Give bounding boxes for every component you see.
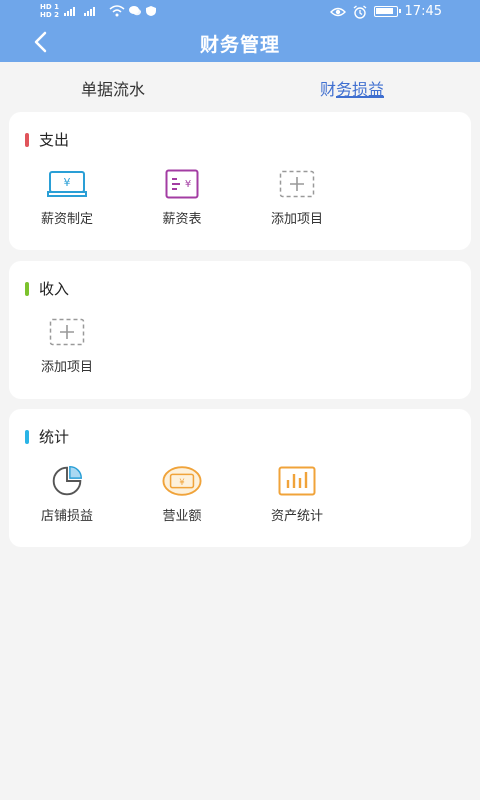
accent-bar <box>25 429 29 444</box>
status-bar: HD 1 HD 2 17:45 <box>0 0 480 26</box>
tab-bar: 单据流水 财务损益 <box>0 62 480 110</box>
section-title: 统计 <box>25 426 69 447</box>
salary-setting-icon: ¥ <box>47 168 87 200</box>
section-expenses: 支出 ¥ 薪资制定 ¥ 薪资表 添加项目 <box>9 112 471 250</box>
revenue-icon: ¥ <box>162 465 202 497</box>
sim-indicator: HD 1 HD 2 <box>40 3 59 19</box>
salary-table-icon: ¥ <box>162 168 202 200</box>
page-title: 财务管理 <box>199 34 280 56</box>
wifi-icon <box>109 5 125 17</box>
accent-bar <box>25 281 29 296</box>
svg-text:¥: ¥ <box>179 478 185 488</box>
item-revenue[interactable]: ¥ 营业额 <box>132 465 232 524</box>
section-statistics: 统计 店铺损益 ¥ 营业额 资产统计 <box>9 409 471 547</box>
signal-icon <box>63 7 95 16</box>
svg-text:¥: ¥ <box>185 179 191 190</box>
shield-icon <box>145 6 156 16</box>
status-left: HD 1 HD 2 <box>40 3 157 19</box>
item-store-profit[interactable]: 店铺损益 <box>17 465 117 524</box>
item-add-expense[interactable]: 添加项目 <box>247 168 347 227</box>
clock: 17:45 <box>404 4 442 19</box>
section-title: 收入 <box>25 278 69 299</box>
item-add-income[interactable]: 添加项目 <box>17 316 117 375</box>
section-income: 收入 添加项目 <box>9 261 471 399</box>
add-item-icon <box>47 316 87 348</box>
app-header: HD 1 HD 2 17:45 财务管理 <box>0 0 480 62</box>
chat-icon <box>128 6 141 16</box>
pie-chart-icon <box>47 465 87 497</box>
bar-chart-icon <box>277 465 317 497</box>
tab-document-flow[interactable]: 单据流水 <box>81 76 145 100</box>
add-item-icon <box>277 168 317 200</box>
item-salary-setting[interactable]: ¥ 薪资制定 <box>17 168 117 227</box>
battery-icon <box>373 6 401 17</box>
item-salary-table[interactable]: ¥ 薪资表 <box>132 168 232 227</box>
eye-icon <box>329 7 346 16</box>
status-right: 17:45 <box>329 4 442 19</box>
active-tab-indicator <box>336 96 384 98</box>
item-asset-stats[interactable]: 资产统计 <box>247 465 347 524</box>
alarm-icon <box>353 4 366 19</box>
section-title: 支出 <box>25 129 69 150</box>
accent-bar <box>25 132 29 147</box>
svg-text:¥: ¥ <box>64 176 71 189</box>
